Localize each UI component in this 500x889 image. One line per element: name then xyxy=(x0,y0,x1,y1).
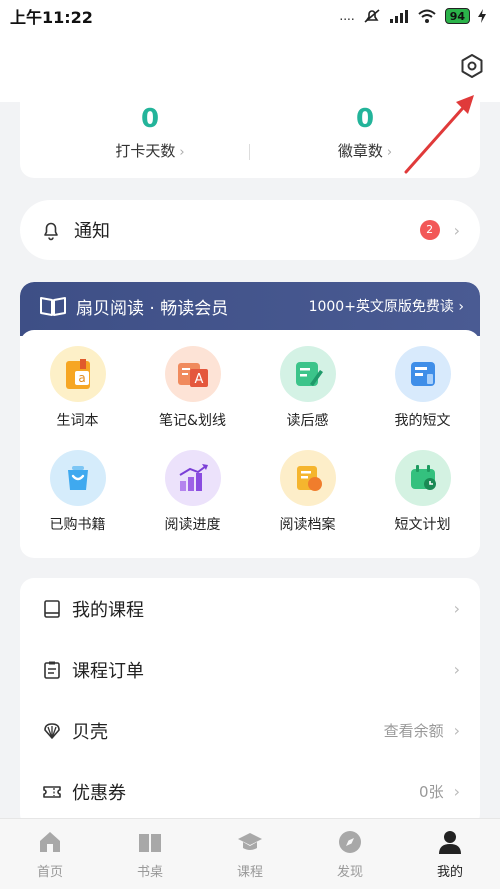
notes-icon: A xyxy=(164,346,221,402)
checkin-days-label: 打卡天数 xyxy=(115,142,176,160)
stats-divider xyxy=(249,144,250,160)
notification-badge: 2 xyxy=(419,220,440,240)
graduation-cap-icon xyxy=(238,833,262,850)
coupons-row[interactable]: 优惠券 0张 › xyxy=(20,761,480,822)
vip-card: 扇贝阅读 · 畅读会员 1000+英文原版免费读 › a 生词本 A 笔记&划线… xyxy=(20,282,480,558)
article-plan-item[interactable]: 短文计划 xyxy=(365,450,480,554)
article-plan-label: 短文计划 xyxy=(394,517,451,533)
status-time: 上午11:22 xyxy=(10,8,93,27)
tab-home-label: 首页 xyxy=(36,865,63,880)
notes-label: 笔记&划线 xyxy=(159,413,226,429)
tab-courses-label: 课程 xyxy=(236,865,263,880)
chevron-right-icon: › xyxy=(386,145,393,160)
checkin-days-stat[interactable]: 0 打卡天数 › xyxy=(60,104,240,161)
battery-indicator: 94 xyxy=(444,8,470,24)
shells-value: 查看余额 xyxy=(383,722,444,740)
article-plan-icon xyxy=(394,450,451,506)
signal-dots: .... xyxy=(339,9,355,23)
reading-progress-item[interactable]: 阅读进度 xyxy=(135,450,250,554)
chevron-right-icon: › xyxy=(179,145,185,160)
top-bar xyxy=(0,32,500,102)
tab-discover[interactable]: 发现 xyxy=(300,819,400,889)
vip-title: 扇贝阅读 · 畅读会员 xyxy=(76,298,229,319)
badges-label: 徽章数 xyxy=(337,142,383,160)
status-icons: .... 94 xyxy=(339,8,486,24)
purchased-books-label: 已购书籍 xyxy=(49,517,106,533)
notification-title: 通知 xyxy=(74,221,110,242)
chevron-right-icon: › xyxy=(453,782,460,801)
vocabulary-book-label: 生词本 xyxy=(56,413,99,429)
settings-gear-icon[interactable] xyxy=(458,52,486,80)
home-icon xyxy=(40,832,60,852)
chevron-right-icon: › xyxy=(453,220,460,240)
purchased-books-item[interactable]: 已购书籍 xyxy=(20,450,135,554)
notification-row[interactable]: 通知 2 › xyxy=(20,200,480,260)
tab-home[interactable]: 首页 xyxy=(0,819,100,889)
chevron-right-icon: › xyxy=(453,599,460,618)
coupons-value: 0张 xyxy=(419,783,444,801)
wifi-icon xyxy=(418,9,436,23)
reading-archive-item[interactable]: 阅读档案 xyxy=(250,450,365,554)
course-orders-label: 课程订单 xyxy=(72,660,144,682)
vip-promo-link[interactable]: 1000+英文原版免费读 › xyxy=(309,296,464,316)
review-icon xyxy=(279,346,336,402)
purchased-books-icon xyxy=(49,450,106,506)
badges-stat[interactable]: 0 徽章数 › xyxy=(275,104,455,161)
shells-label: 贝壳 xyxy=(72,721,108,743)
vip-header[interactable]: 扇贝阅读 · 畅读会员 1000+英文原版免费读 › xyxy=(20,282,480,336)
compass-icon xyxy=(339,831,361,853)
checkin-days-value: 0 xyxy=(140,104,160,134)
bottom-tab-bar: 首页 书桌 课程 发现 我的 xyxy=(0,818,500,889)
status-bar: 上午11:22 .... 94 xyxy=(0,0,500,32)
svg-text:A: A xyxy=(194,372,203,387)
my-articles-label: 我的短文 xyxy=(394,413,451,429)
open-book-icon xyxy=(40,297,66,316)
review-label: 读后感 xyxy=(286,413,329,429)
my-articles-item[interactable]: 我的短文 xyxy=(365,346,480,450)
tab-discover-label: 发现 xyxy=(336,865,363,880)
book-icon xyxy=(139,834,161,852)
reading-archive-label: 阅读档案 xyxy=(279,517,336,533)
reading-progress-label: 阅读进度 xyxy=(164,517,221,533)
notes-item[interactable]: A 笔记&划线 xyxy=(135,346,250,450)
my-courses-label: 我的课程 xyxy=(72,599,144,621)
stats-card: 0 打卡天数 › 0 徽章数 › xyxy=(20,102,480,178)
tab-desk-label: 书桌 xyxy=(136,865,163,880)
tab-profile-label: 我的 xyxy=(436,865,463,880)
tab-profile[interactable]: 我的 xyxy=(400,819,500,889)
course-orders-row[interactable]: 课程订单 › xyxy=(20,639,480,700)
cell-signal-icon xyxy=(389,10,408,23)
profile-icon xyxy=(439,831,461,854)
chevron-right-icon: › xyxy=(453,660,460,679)
shells-row[interactable]: 贝壳 查看余额 › xyxy=(20,700,480,761)
mute-icon xyxy=(364,9,380,23)
clipboard-icon xyxy=(44,661,60,679)
my-courses-row[interactable]: 我的课程 › xyxy=(20,578,480,639)
my-articles-icon xyxy=(394,346,451,402)
vocabulary-book-icon: a xyxy=(49,346,106,402)
menu-list: 我的课程 › 课程订单 › 贝壳 查看余额 › 优惠券 0张 › xyxy=(20,578,480,828)
coupon-icon xyxy=(43,785,61,798)
badges-value: 0 xyxy=(355,104,375,134)
shell-icon xyxy=(44,722,60,739)
tab-courses[interactable]: 课程 xyxy=(200,819,300,889)
svg-text:a: a xyxy=(78,371,85,385)
charging-icon xyxy=(478,9,486,23)
reading-progress-icon xyxy=(164,450,221,506)
tab-desk[interactable]: 书桌 xyxy=(100,819,200,889)
bell-icon xyxy=(44,222,58,241)
coupons-label: 优惠券 xyxy=(72,782,126,804)
review-item[interactable]: 读后感 xyxy=(250,346,365,450)
vip-feature-grid: a 生词本 A 笔记&划线 读后感 我的短文 已购书籍 阅读进度 阅读档案 短文… xyxy=(20,330,480,554)
course-book-icon xyxy=(44,599,60,618)
reading-archive-icon xyxy=(279,450,336,506)
vocabulary-book-item[interactable]: a 生词本 xyxy=(20,346,135,450)
chevron-right-icon: › xyxy=(453,721,460,740)
